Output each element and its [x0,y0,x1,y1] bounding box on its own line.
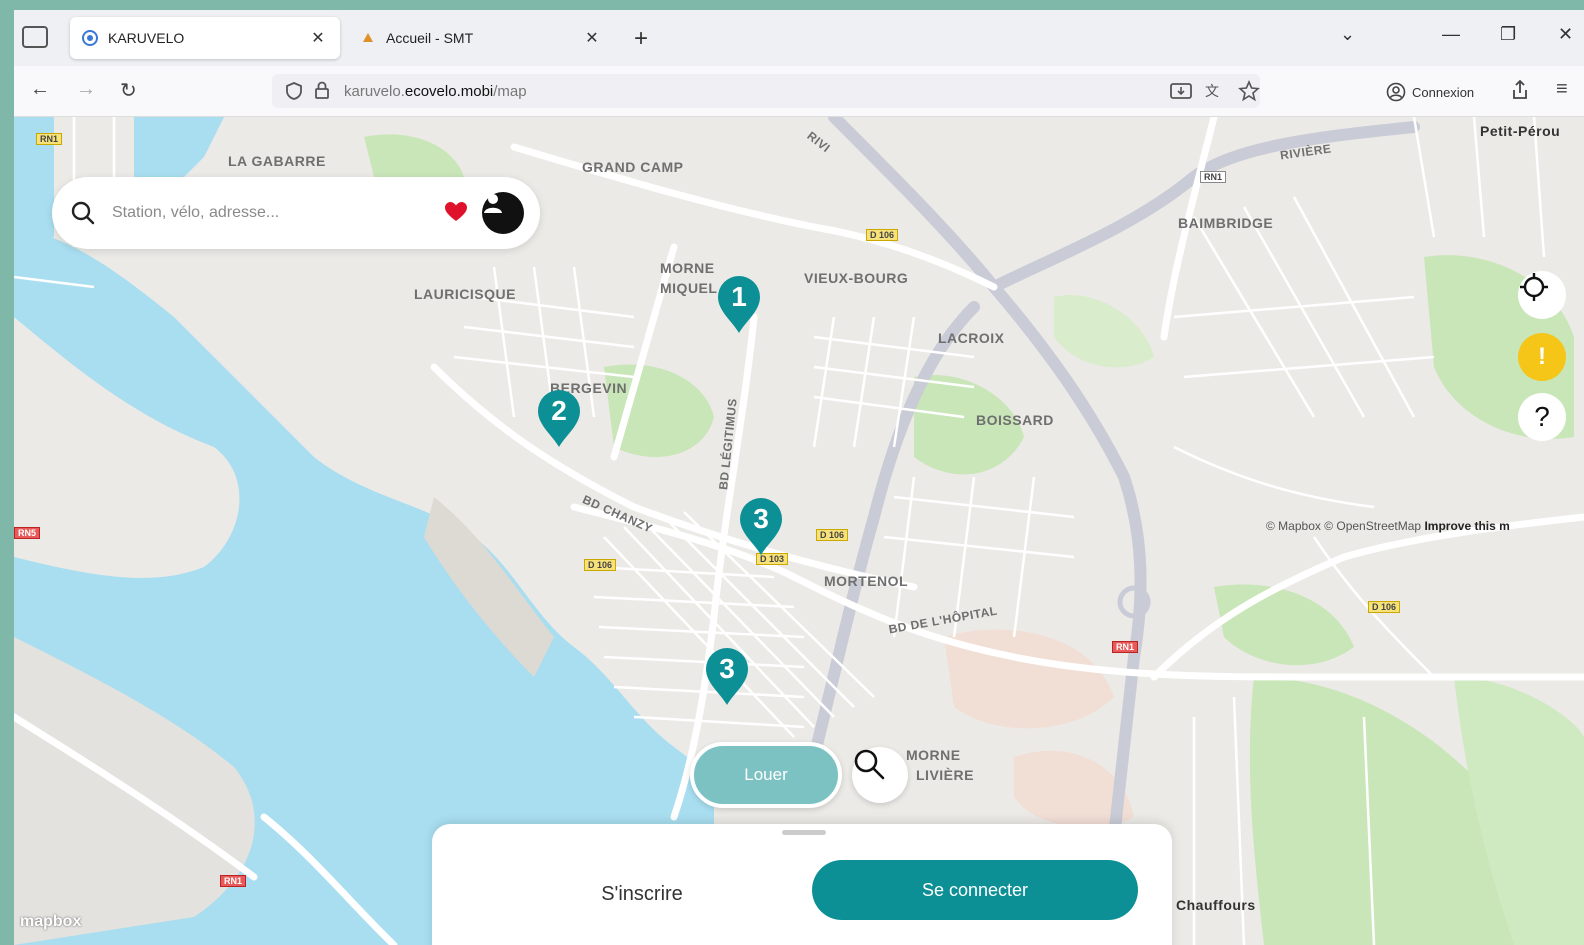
minimize-icon[interactable]: — [1442,24,1460,45]
page-action-icon[interactable] [1170,82,1192,100]
road-shield: D 106 [866,229,899,241]
back-icon[interactable]: ← [30,78,50,101]
navigation-bar: ← → ↻ karuvelo.ecovelo.mobi/map 文 Connex… [14,66,1584,117]
map-label: MORTENOL [824,573,909,589]
station-count: 3 [753,503,769,534]
road-shield: D 106 [584,559,617,571]
station-search-input[interactable] [110,197,434,229]
bookmark-star-icon[interactable] [1238,80,1260,102]
translate-icon[interactable]: 文 [1204,81,1226,101]
station-count: 3 [719,653,735,684]
station-marker[interactable]: 2 [536,389,582,449]
help-button[interactable]: ? [1518,393,1566,441]
map-label: LACROIX [938,330,1005,346]
alert-button[interactable]: ! [1518,333,1566,381]
address-bar[interactable]: karuvelo.ecovelo.mobi/map 文 [272,74,1260,108]
mapbox-logo[interactable]: mapbox [20,913,81,931]
map-label: VIEUX-BOURG [804,270,909,286]
search-icon [854,749,885,780]
tab-accueil-smt[interactable]: Accueil - SMT ✕ [348,17,614,59]
map-label: MIQUEL [660,280,718,296]
account-icon [1386,82,1406,102]
station-marker[interactable]: 3 [738,497,784,557]
map-label: MORNE [660,260,715,276]
map-label: BOISSARD [976,412,1054,428]
road-shield: RN1 [1200,171,1227,183]
karuvelo-favicon-icon [82,30,98,46]
map-attribution[interactable]: © Mapbox © OpenStreetMap Improve this m [1266,519,1510,533]
new-tab-button[interactable]: + [634,25,648,53]
user-icon [484,194,502,213]
close-tab-icon[interactable]: ✕ [308,28,328,48]
restore-icon[interactable]: ❐ [1500,24,1516,45]
close-window-icon[interactable]: ✕ [1558,24,1573,45]
reload-icon[interactable]: ↻ [120,78,137,103]
station-count: 1 [731,281,747,312]
connexion-label: Connexion [1412,84,1475,100]
login-button[interactable]: Se connecter [812,860,1138,920]
smt-favicon-icon [360,30,376,46]
user-profile-button[interactable] [482,192,524,234]
lock-icon [315,81,329,99]
forward-icon[interactable]: → [76,78,96,101]
alert-icon: ! [1538,343,1546,370]
list-all-tabs-icon[interactable]: ⌄ [1340,24,1355,45]
map-label: Petit-Pérou [1480,123,1561,139]
share-icon[interactable] [1510,78,1530,102]
map-label: MORNE [906,747,961,763]
map-view[interactable]: LA GABARRE GRAND CAMP Petit-Pérou BAIMBR… [14,117,1584,945]
tab-bar: KARUVELO ✕ Accueil - SMT ✕ + ⌄ — ❐ ✕ [14,10,1584,66]
signup-button[interactable]: S'inscrire [532,872,752,916]
road-shield: RN1 [220,875,247,887]
map-label: LA GABARRE [228,153,326,169]
map-search-bar [52,177,540,249]
shield-icon [286,82,302,100]
map-label: Chauffours [1176,897,1256,913]
station-marker[interactable]: 1 [716,275,762,335]
url-text: karuvelo.ecovelo.mobi/map [344,83,527,100]
map-label: BAIMBRIDGE [1178,215,1274,231]
station-count: 2 [551,395,567,426]
road-shield: D 106 [1368,601,1401,613]
road-shield: RN1 [1112,641,1139,653]
sheet-drag-handle[interactable] [782,830,826,835]
rent-button[interactable]: Louer [690,742,842,808]
browser-window: KARUVELO ✕ Accueil - SMT ✕ + ⌄ — ❐ ✕ ← →… [14,10,1584,945]
road-shield: RN1 [36,133,63,145]
tab-list-button[interactable] [22,26,48,48]
map-label: LAURICISQUE [414,286,516,302]
tab-title: KARUVELO [108,30,185,46]
crosshair-icon [1520,273,1548,301]
map-label: LIVIÈRE [916,767,974,783]
map-search-button[interactable] [852,747,908,803]
help-icon: ? [1534,401,1550,432]
map-label: GRAND CAMP [582,159,684,175]
svg-text:文: 文 [1205,84,1219,100]
menu-icon[interactable]: ≡ [1556,78,1568,101]
account-connexion-button[interactable]: Connexion [1386,82,1474,102]
road-shield: RN5 [14,527,41,539]
close-tab-icon[interactable]: ✕ [582,28,602,48]
station-marker[interactable]: 3 [704,647,750,707]
tab-title: Accueil - SMT [386,30,474,46]
road-shield: D 106 [816,529,849,541]
auth-bottom-sheet: S'inscrire Se connecter [432,824,1172,945]
geolocate-button[interactable] [1518,271,1566,319]
tab-karuvelo[interactable]: KARUVELO ✕ [70,17,340,59]
